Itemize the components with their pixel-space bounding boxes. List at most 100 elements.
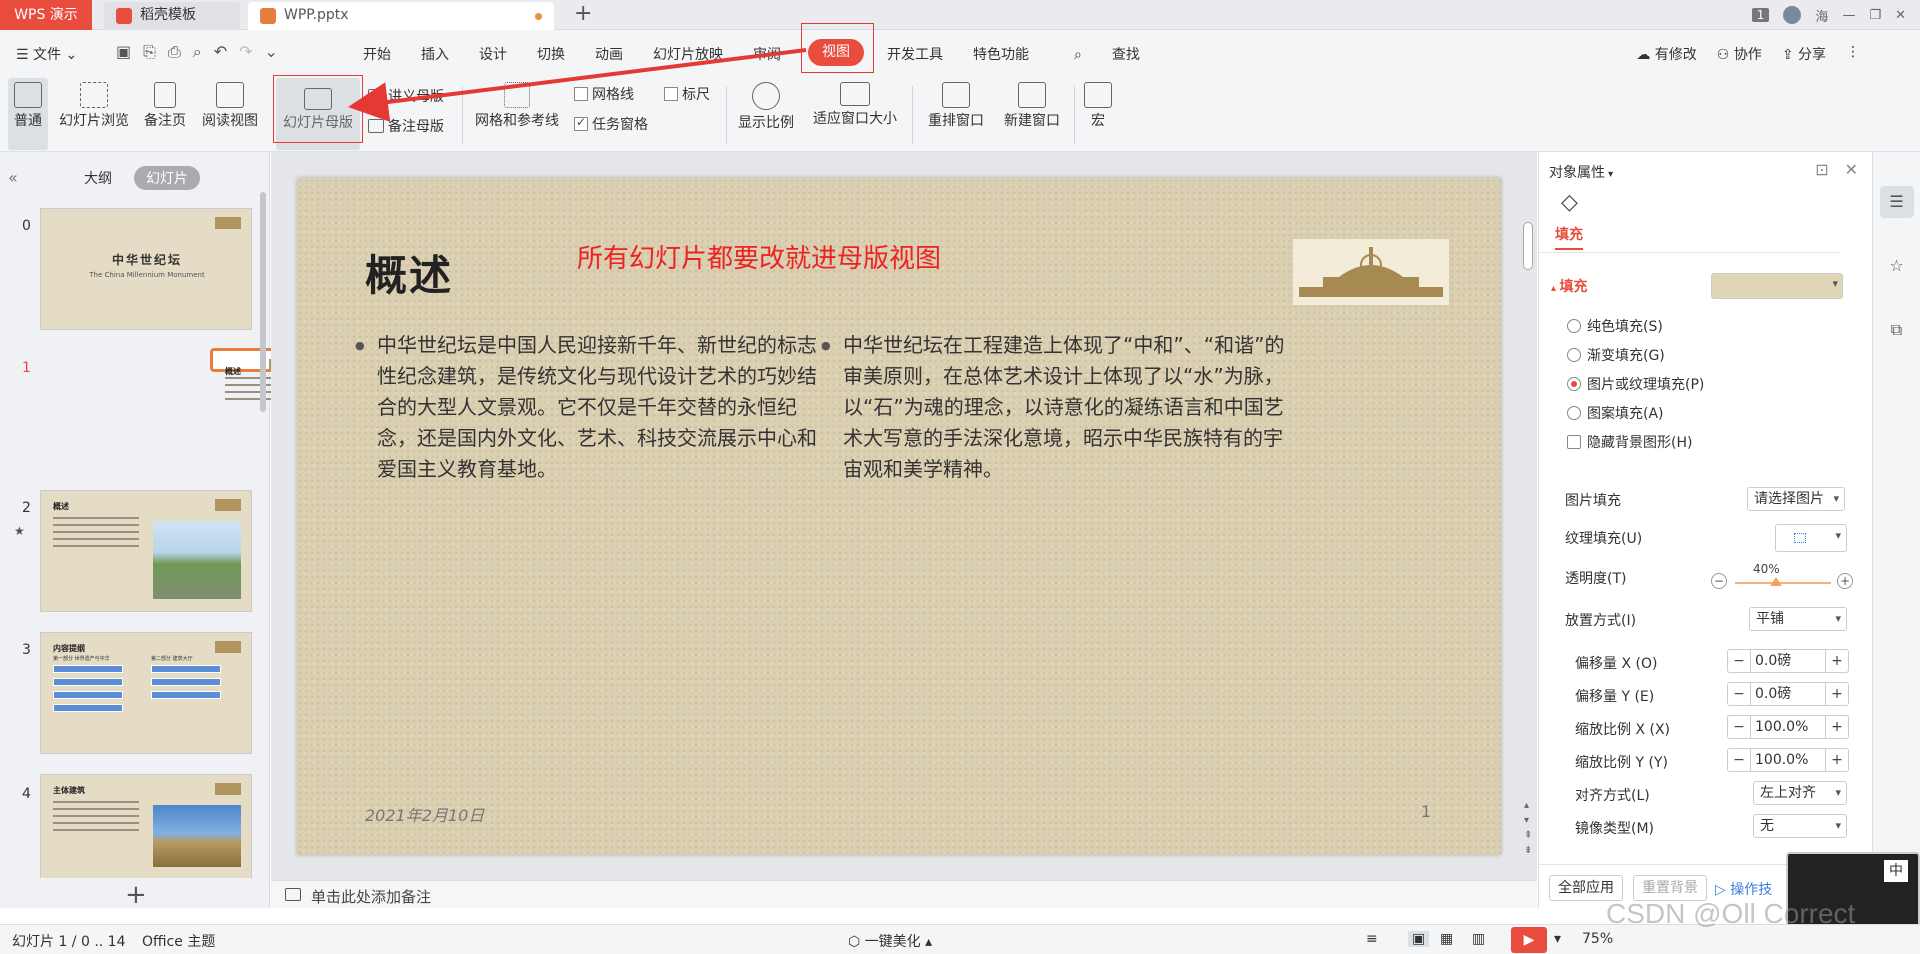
- scale-y-value[interactable]: 100.0%: [1750, 749, 1826, 771]
- hide-background-checkbox[interactable]: 隐藏背景图形(H): [1567, 432, 1692, 452]
- theme-name[interactable]: Office 主题: [142, 931, 215, 951]
- normal-view-status-icon[interactable]: ▣: [1408, 931, 1430, 947]
- ruler-check[interactable]: [664, 87, 678, 101]
- user-name[interactable]: 海: [1815, 6, 1828, 25]
- radio-picture-fill[interactable]: 图片或纹理填充(P): [1567, 374, 1704, 394]
- changes-button[interactable]: ☁ 有修改: [1636, 44, 1696, 64]
- canvas-scroll-arrows[interactable]: ▴ ▾ ⇞ ⇟: [1524, 798, 1532, 858]
- task-pane-checkbox[interactable]: 任务窗格: [574, 114, 648, 134]
- normal-view-button[interactable]: 普通: [8, 78, 48, 150]
- tab-features[interactable]: 特色功能: [958, 44, 1044, 64]
- minus-icon[interactable]: −: [1728, 683, 1750, 705]
- radio-solid-fill[interactable]: 纯色填充(S): [1567, 316, 1663, 336]
- scale-y-stepper[interactable]: −100.0% +: [1727, 748, 1849, 772]
- export-icon[interactable]: ⎘: [143, 42, 156, 62]
- slideshow-options-icon[interactable]: ▾: [1554, 931, 1561, 947]
- restore-icon[interactable]: ❐: [1869, 8, 1881, 23]
- offset-x-stepper[interactable]: −0.0磅 +: [1727, 649, 1849, 673]
- ruler-checkbox[interactable]: 标尺: [664, 84, 710, 104]
- tab-animations[interactable]: 动画: [580, 44, 638, 64]
- fill-swatch-dropdown[interactable]: [1711, 273, 1843, 299]
- tab-insert[interactable]: 插入: [406, 44, 464, 64]
- minimize-icon[interactable]: —: [1842, 8, 1855, 23]
- file-menu[interactable]: ☰ 文件 ⌄: [16, 44, 77, 64]
- wps-app-tab[interactable]: WPS 演示: [0, 0, 92, 30]
- save-icon[interactable]: ▣: [116, 42, 131, 62]
- close-icon[interactable]: ✕: [1895, 8, 1906, 23]
- slide-thumbnail-3[interactable]: 内容提纲 第一部分 世界遗产与中华 第二部分 建筑大厅: [40, 632, 252, 754]
- scale-x-value[interactable]: 100.0%: [1750, 716, 1826, 738]
- slide-thumbnail-4[interactable]: 主体建筑: [40, 774, 252, 878]
- arrange-windows-button[interactable]: 重排窗口: [918, 78, 994, 150]
- reading-view-button[interactable]: 阅读视图: [198, 78, 262, 150]
- notes-page-button[interactable]: 备注页: [140, 78, 190, 150]
- new-tab-button[interactable]: +: [574, 0, 592, 28]
- add-slide-button[interactable]: +: [125, 880, 147, 910]
- undo-icon[interactable]: ↶: [214, 42, 227, 62]
- checkbox-box[interactable]: [1567, 435, 1581, 449]
- slide-page-number[interactable]: 1: [1421, 802, 1431, 821]
- canvas-scrollbar[interactable]: [1523, 222, 1533, 270]
- print-preview-icon[interactable]: ⌕: [193, 42, 202, 62]
- collapse-panel-icon[interactable]: «: [8, 168, 18, 187]
- slide-sorter-button[interactable]: 幻灯片浏览: [54, 78, 134, 150]
- plus-icon[interactable]: +: [1826, 683, 1848, 705]
- fill-bucket-icon[interactable]: ◇: [1561, 190, 1578, 215]
- slide-column-right[interactable]: 中华世纪坛在工程建造上体现了“中和”、“和谐”的审美原则，在总体艺术设计上体现了…: [821, 330, 1301, 485]
- tab-slideshow[interactable]: 幻灯片放映: [638, 44, 738, 64]
- slide-date[interactable]: 2021年2月10日: [365, 802, 484, 826]
- offset-x-value[interactable]: 0.0磅: [1750, 650, 1826, 672]
- panel-scrollbar[interactable]: [260, 192, 266, 412]
- lock-icon[interactable]: ⊡: [1815, 160, 1828, 179]
- print-icon[interactable]: ⎙: [168, 42, 181, 62]
- tab-transitions[interactable]: 切换: [522, 44, 580, 64]
- tips-link[interactable]: ▷ 操作技: [1715, 879, 1772, 899]
- transparency-slider[interactable]: [1735, 582, 1831, 584]
- handout-master-button[interactable]: 讲义母版: [368, 86, 444, 106]
- tab-fill[interactable]: 填充: [1555, 224, 1583, 250]
- slide[interactable]: 概述 所有幻灯片都要改就进母版视图 中华世纪坛是中国人民迎接新千年、新世纪的标志…: [297, 178, 1501, 855]
- gridlines-checkbox[interactable]: 网格线: [574, 84, 634, 104]
- avatar[interactable]: [1783, 6, 1802, 24]
- tab-developer[interactable]: 开发工具: [872, 44, 958, 64]
- plus-icon[interactable]: +: [1826, 650, 1848, 672]
- customize-icon[interactable]: ⌄: [265, 42, 278, 62]
- sorter-view-status-icon[interactable]: ▦: [1440, 931, 1453, 947]
- minus-icon[interactable]: −: [1728, 650, 1750, 672]
- gridlines-check[interactable]: [574, 87, 588, 101]
- more-icon[interactable]: ⋮: [1846, 44, 1860, 64]
- fit-window-button[interactable]: 适应窗口大小: [806, 78, 904, 150]
- slide-thumbnail-2[interactable]: 概述: [40, 490, 252, 612]
- fill-section-header[interactable]: 填充: [1551, 276, 1588, 296]
- zoom-button[interactable]: 显示比例: [734, 78, 798, 150]
- star-icon[interactable]: ☆: [1880, 250, 1914, 282]
- redo-icon[interactable]: ↷: [239, 42, 252, 62]
- radio-gradient-fill[interactable]: 渐变填充(G): [1567, 345, 1665, 365]
- close-icon[interactable]: ✕: [1845, 160, 1858, 179]
- tab-docer-templates[interactable]: 稻壳模板: [104, 2, 240, 30]
- offset-y-value[interactable]: 0.0磅: [1750, 683, 1826, 705]
- window-count-badge[interactable]: 1: [1751, 8, 1770, 22]
- properties-icon[interactable]: ☰: [1879, 186, 1914, 218]
- picture-fill-select[interactable]: 请选择图片: [1747, 487, 1845, 511]
- plus-icon[interactable]: +: [1826, 716, 1848, 738]
- collab-button[interactable]: ⚇ 协作: [1717, 44, 1762, 64]
- transparency-plus-button[interactable]: +: [1837, 573, 1853, 589]
- zoom-level[interactable]: 75%: [1582, 931, 1613, 947]
- offset-y-stepper[interactable]: −0.0磅 +: [1727, 682, 1849, 706]
- transparency-slider-handle[interactable]: [1770, 577, 1782, 586]
- new-window-button[interactable]: 新建窗口: [1000, 78, 1064, 150]
- plus-icon[interactable]: +: [1826, 749, 1848, 771]
- notes-master-button[interactable]: 备注母版: [368, 116, 444, 136]
- minus-icon[interactable]: −: [1728, 749, 1750, 771]
- slide-title[interactable]: 概述: [365, 242, 453, 303]
- tab-design[interactable]: 设计: [464, 44, 522, 64]
- texture-fill-select[interactable]: [1775, 524, 1847, 552]
- share-button[interactable]: ⇪ 分享: [1782, 44, 1826, 64]
- tab-review[interactable]: 审阅: [738, 44, 796, 64]
- radio-circle[interactable]: [1567, 319, 1581, 333]
- alignment-select[interactable]: 左上对齐: [1753, 781, 1847, 805]
- minus-icon[interactable]: −: [1728, 716, 1750, 738]
- placement-select[interactable]: 平铺: [1749, 607, 1847, 631]
- beautify-button[interactable]: ⬡ 一键美化 ▴: [848, 931, 932, 951]
